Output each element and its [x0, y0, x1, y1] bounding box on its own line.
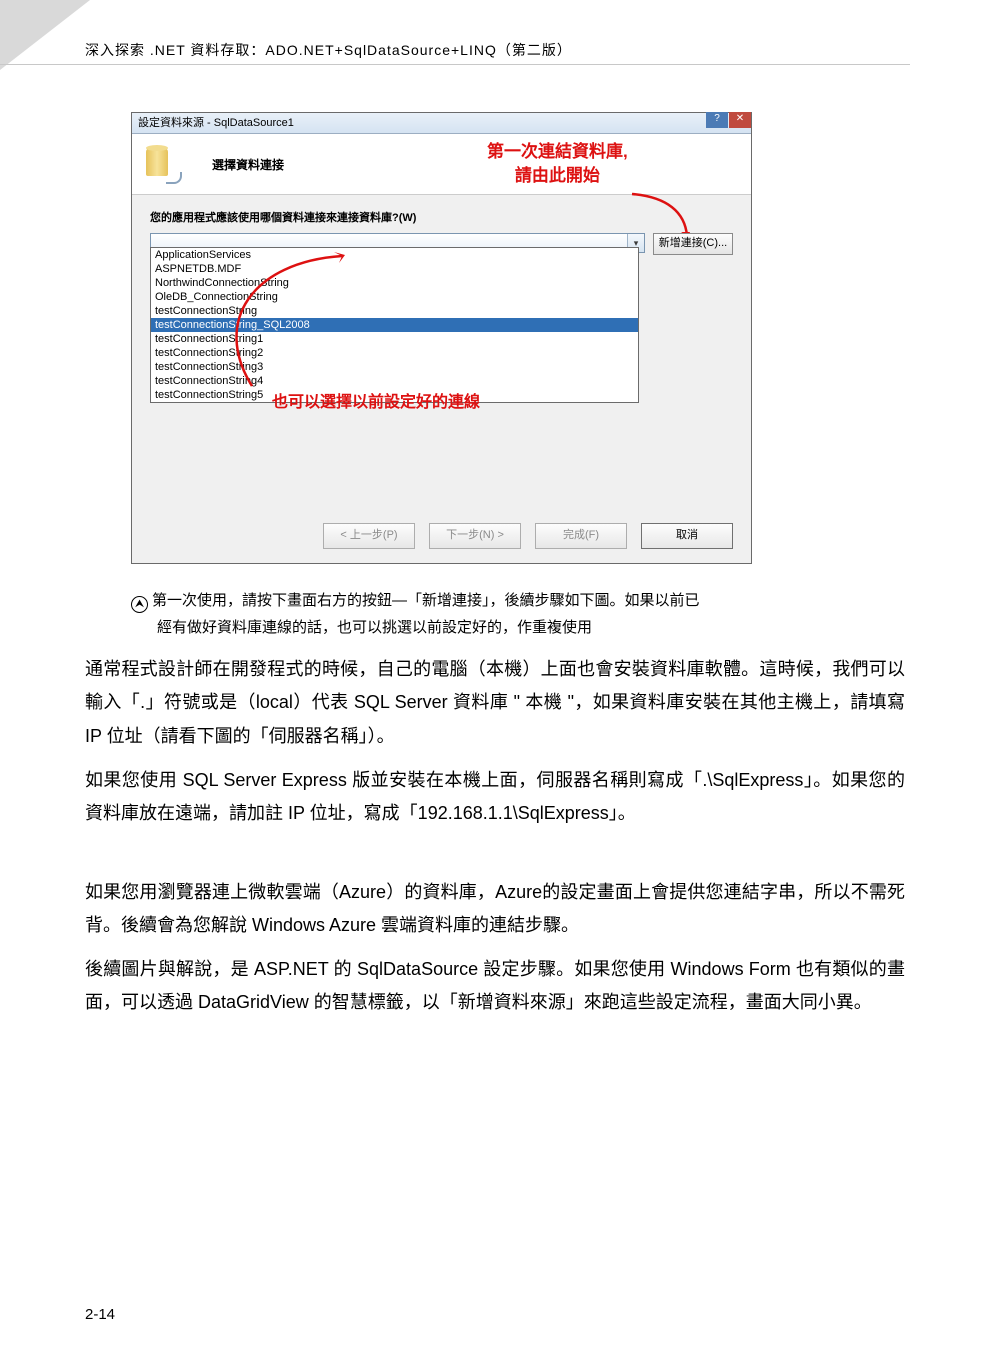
- titlebar-help-button[interactable]: ?: [706, 112, 728, 128]
- sqldatasource-wizard-dialog: 設定資料來源 - SqlDataSource1 ? ✕ 選擇資料連接 第一次連結…: [131, 112, 752, 564]
- annotation-existing-connection: 也可以選擇以前設定好的連線: [272, 388, 480, 412]
- connection-dropdown-list[interactable]: ApplicationServicesASPNETDB.MDFNorthwind…: [150, 247, 639, 403]
- wizard-header: 選擇資料連接 第一次連結資料庫, 請由此開始: [132, 134, 751, 195]
- caption-marker-icon: ⮝: [131, 596, 148, 613]
- dialog-titlebar: 設定資料來源 - SqlDataSource1 ? ✕: [132, 113, 751, 134]
- connection-option[interactable]: testConnectionString_SQL2008: [151, 318, 638, 332]
- body-paragraph-1: 通常程式設計師在開發程式的時候，自己的電腦（本機）上面也會安裝資料庫軟體。這時候…: [85, 653, 905, 753]
- figure-caption: ⮝第一次使用，請按下畫面右方的按鈕—「新增連接」，後續步驟如下圖。如果以前已 經…: [131, 587, 851, 641]
- header-corner-decoration: [0, 0, 90, 70]
- connection-option[interactable]: OleDB_ConnectionString: [151, 290, 638, 304]
- connection-option[interactable]: testConnectionString: [151, 304, 638, 318]
- wizard-step-title: 選擇資料連接: [212, 156, 284, 173]
- connection-option[interactable]: testConnectionString1: [151, 332, 638, 346]
- connection-option[interactable]: NorthwindConnectionString: [151, 276, 638, 290]
- next-button[interactable]: 下一步(N) >: [429, 523, 521, 549]
- connection-option[interactable]: testConnectionString3: [151, 360, 638, 374]
- wizard-body: 您的應用程式應該使用哪個資料連接來連接資料庫?(W) ▾ 新增連接(C)... …: [132, 195, 751, 255]
- cancel-button[interactable]: 取消: [641, 523, 733, 549]
- connection-option[interactable]: ApplicationServices: [151, 248, 638, 262]
- prev-button[interactable]: < 上一步(P): [323, 523, 415, 549]
- connection-option[interactable]: testConnectionString2: [151, 346, 638, 360]
- connection-option[interactable]: ASPNETDB.MDF: [151, 262, 638, 276]
- caption-line1: 第一次使用，請按下畫面右方的按鈕—「新增連接」，後續步驟如下圖。如果以前已: [152, 592, 700, 609]
- caption-line2: 經有做好資料庫連線的話，也可以挑選以前設定好的，作重複使用: [131, 614, 851, 641]
- page-header: 深入探索 .NET 資料存取：ADO.NET+SqlDataSource+LIN…: [85, 40, 572, 60]
- connection-option[interactable]: testConnectionString4: [151, 374, 638, 388]
- new-connection-button[interactable]: 新增連接(C)...: [653, 233, 733, 255]
- header-divider: [0, 64, 910, 65]
- titlebar-close-button[interactable]: ✕: [729, 112, 751, 128]
- wizard-button-row: < 上一步(P) 下一步(N) > 完成(F) 取消: [323, 523, 733, 549]
- body-paragraph-2: 如果您使用 SQL Server Express 版並安裝在本機上面，伺服器名稱…: [85, 764, 905, 831]
- finish-button[interactable]: 完成(F): [535, 523, 627, 549]
- body-paragraph-3: 如果您用瀏覽器連上微軟雲端（Azure）的資料庫，Azure的設定畫面上會提供您…: [85, 876, 905, 943]
- body-paragraph-4: 後續圖片與解說，是 ASP.NET 的 SqlDataSource 設定步驟。如…: [85, 953, 905, 1020]
- connection-prompt: 您的應用程式應該使用哪個資料連接來連接資料庫?(W): [150, 209, 733, 225]
- page-number: 2-14: [85, 1306, 115, 1323]
- dialog-title: 設定資料來源 - SqlDataSource1: [138, 117, 294, 129]
- annotation-first-connect: 第一次連結資料庫, 請由此開始: [487, 140, 628, 188]
- database-icon: [146, 148, 176, 182]
